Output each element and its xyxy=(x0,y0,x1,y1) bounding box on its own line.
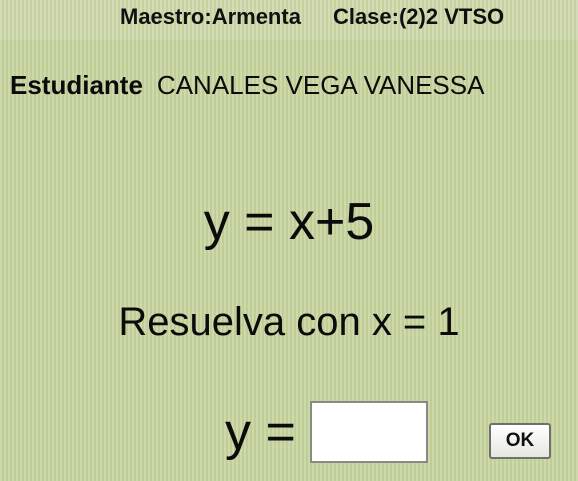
student-name: CANALES VEGA VANESSA xyxy=(156,70,485,100)
answer-row: y = xyxy=(225,398,428,466)
header-info: Maestro:Armenta Clase:(2)2 VTSO xyxy=(120,4,504,30)
answer-label: y = xyxy=(225,403,296,461)
student-label: Estudiante xyxy=(10,70,143,100)
ok-button[interactable]: OK xyxy=(489,423,551,459)
header-bar: Maestro:Armenta Clase:(2)2 VTSO xyxy=(0,0,578,40)
teacher-label: Maestro: xyxy=(120,4,212,29)
teacher-name: Armenta xyxy=(211,4,301,29)
class-label: Clase: xyxy=(332,4,399,29)
class-value: (2)2 VTSO xyxy=(398,4,505,29)
instruction-text: Resuelva con x = 1 xyxy=(118,300,460,344)
equation-text: y = x+5 xyxy=(203,193,375,251)
answer-input[interactable] xyxy=(309,401,428,463)
student-line: Estudiante CANALES VEGA VANESSA xyxy=(10,70,484,101)
